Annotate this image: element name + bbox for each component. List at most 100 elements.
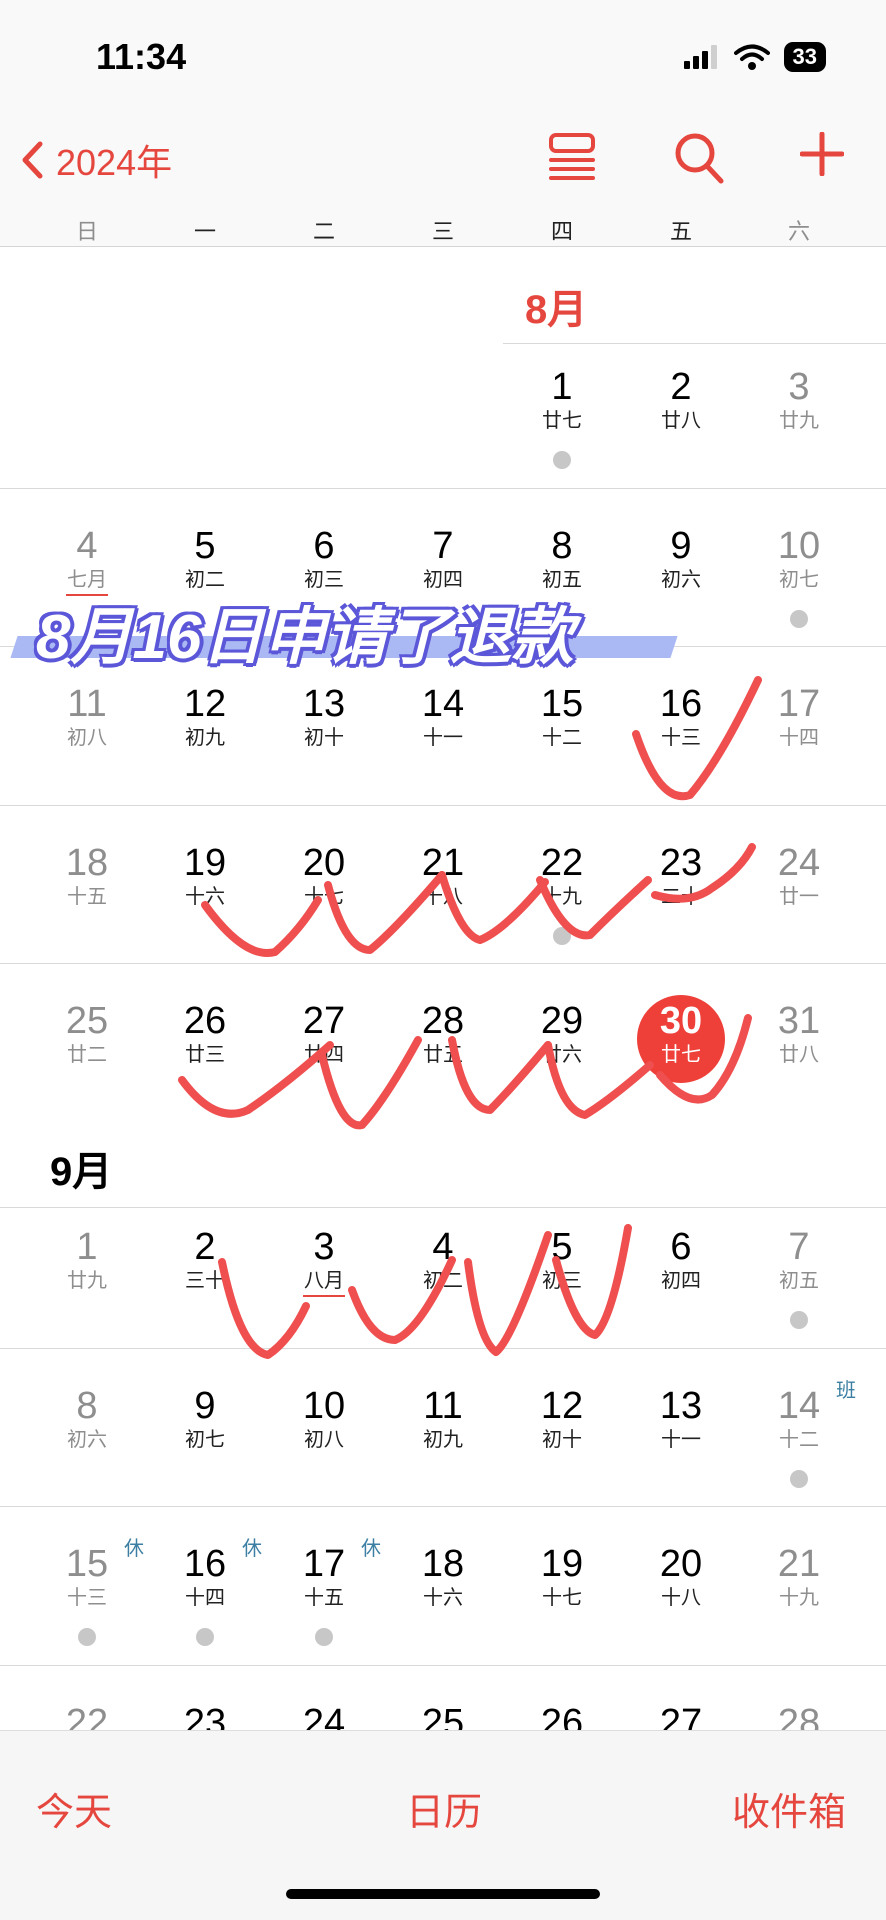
day-cell[interactable]: 24: [265, 1703, 383, 1732]
day-number: 13: [302, 683, 346, 725]
day-cell[interactable]: 31 廿八: [740, 1001, 858, 1111]
day-cell[interactable]: 30 廿七: [622, 995, 740, 1111]
day-cell[interactable]: 21 十九: [740, 1544, 858, 1654]
calendars-button[interactable]: 日历: [406, 1781, 482, 1836]
add-icon[interactable]: [800, 132, 844, 176]
day-cell[interactable]: 25 廿二: [28, 1001, 146, 1111]
day-number: 27: [302, 1000, 346, 1042]
wifi-icon: [733, 44, 770, 70]
lunar-date: 十八: [423, 885, 463, 908]
weekday-label: 三: [431, 219, 454, 244]
weekday-label: 一: [193, 219, 216, 244]
day-cell[interactable]: 18 十五: [28, 843, 146, 953]
lunar-date: 十七: [542, 1587, 582, 1609]
day-cell[interactable]: 27: [622, 1703, 740, 1732]
event-dot: [790, 1469, 808, 1488]
day-cell[interactable]: 12 初九: [146, 684, 264, 794]
inbox-button[interactable]: 收件箱: [732, 1781, 846, 1836]
day-cell[interactable]: 8 初六: [28, 1386, 146, 1496]
day-cell[interactable]: 29 廿六: [503, 1001, 621, 1111]
day-cell[interactable]: 9 初七: [146, 1386, 264, 1496]
day-cell[interactable]: 16 十三: [622, 684, 740, 794]
day-cell[interactable]: 23 二十: [622, 843, 740, 953]
day-cell[interactable]: 17 十五休: [265, 1538, 383, 1654]
day-number: 28: [421, 1000, 465, 1042]
day-cell[interactable]: 10 初八: [265, 1386, 383, 1496]
day-number: 10: [302, 1384, 346, 1427]
back-to-year-button[interactable]: 2024年: [20, 134, 172, 186]
day-cell[interactable]: 11 初八: [28, 684, 146, 794]
day-cell[interactable]: 28 廿五: [384, 1001, 502, 1111]
day-cell[interactable]: 21 十八: [384, 843, 502, 953]
lunar-date: 廿八: [661, 410, 701, 432]
day-cell[interactable]: 15 十三休: [28, 1538, 146, 1654]
day-cell[interactable]: 28: [740, 1703, 858, 1732]
day-cell[interactable]: 3 八月: [265, 1227, 383, 1337]
day-cell[interactable]: 1 廿七: [503, 367, 621, 477]
day-cell[interactable]: 26 廿三: [146, 1001, 264, 1111]
day-cell[interactable]: 16 十四休: [146, 1538, 264, 1654]
status-icons: 33: [683, 42, 826, 72]
day-number: 15: [540, 683, 584, 725]
lunar-date: 初七: [185, 1428, 225, 1451]
day-cell[interactable]: 19 十七: [503, 1544, 621, 1654]
lunar-date: 十六: [185, 885, 225, 908]
lunar-date: 十七: [304, 885, 344, 908]
day-cell[interactable]: 2 三十: [146, 1227, 264, 1337]
day-number: 10: [777, 524, 821, 567]
day-cell[interactable]: 14 十二班: [740, 1380, 858, 1496]
day-number: 7: [432, 524, 454, 567]
weekday-header: 日一二三四五六: [0, 210, 886, 244]
lunar-date: 廿二: [67, 1044, 107, 1066]
day-cell[interactable]: 25: [384, 1703, 502, 1732]
search-icon[interactable]: [674, 132, 724, 184]
day-cell[interactable]: 19 十六: [146, 843, 264, 953]
lunar-date: 廿七: [542, 410, 582, 432]
day-cell[interactable]: 7 初五: [740, 1227, 858, 1337]
day-number: 13: [659, 1384, 703, 1427]
day-cell[interactable]: 4 初二: [384, 1227, 502, 1337]
lunar-date: 二十: [661, 885, 701, 908]
home-indicator[interactable]: [286, 1889, 600, 1899]
day-cell[interactable]: 1 廿九: [28, 1227, 146, 1337]
day-cell[interactable]: 23: [146, 1703, 264, 1732]
lunar-date: 八月: [304, 1270, 344, 1292]
day-cell[interactable]: 12 初十: [503, 1386, 621, 1496]
day-cell[interactable]: 2 廿八: [622, 367, 740, 477]
day-cell[interactable]: 10 初七: [740, 526, 858, 636]
day-cell[interactable]: 17 十四: [740, 684, 858, 794]
weekday-label: 二: [312, 219, 335, 244]
day-cell[interactable]: 22 十九: [503, 843, 621, 953]
week-divider: [0, 1207, 886, 1208]
month-scroll-view[interactable]: 8月 1 廿七 2 廿八 3 廿九 4 七月 5 初二 6 初三 7 初四 8 初五 9 初六 10 初七 11 初八 12 初…: [0, 246, 886, 1731]
today-button[interactable]: 今天: [36, 1781, 112, 1836]
day-number: 14: [421, 683, 465, 725]
day-cell[interactable]: 27 廿四: [265, 1001, 383, 1111]
week-divider: [0, 1664, 886, 1666]
day-cell[interactable]: 13 十一: [622, 1386, 740, 1496]
day-cell[interactable]: 24 廿一: [740, 843, 858, 953]
day-cell[interactable]: 15 十二: [503, 684, 621, 794]
day-number: 2: [194, 1226, 216, 1268]
day-cell[interactable]: 22: [28, 1703, 146, 1732]
day-cell[interactable]: 3 廿九: [740, 367, 858, 477]
day-cell[interactable]: 14 十一: [384, 684, 502, 794]
day-cell[interactable]: 18 十六: [384, 1544, 502, 1654]
day-number: 27: [659, 1701, 703, 1732]
list-view-icon[interactable]: [548, 132, 596, 180]
day-cell[interactable]: 26: [503, 1703, 621, 1732]
lunar-date: 初八: [304, 1428, 344, 1451]
day-cell[interactable]: 5 初三: [503, 1227, 621, 1337]
day-cell[interactable]: 13 初十: [265, 684, 383, 794]
day-cell[interactable]: 6 初四: [622, 1227, 740, 1337]
lunar-date: 初四: [661, 1270, 701, 1292]
day-cell[interactable]: 20 十七: [265, 843, 383, 953]
day-cell[interactable]: 11 初九: [384, 1386, 502, 1496]
week-divider: [0, 1506, 886, 1507]
day-cell[interactable]: 20 十八: [622, 1544, 740, 1654]
day-number: 21: [777, 1543, 821, 1585]
day-number: 6: [313, 524, 335, 567]
lunar-date: 廿三: [185, 1044, 225, 1066]
event-dot: [553, 451, 571, 469]
week-divider: [503, 343, 886, 344]
